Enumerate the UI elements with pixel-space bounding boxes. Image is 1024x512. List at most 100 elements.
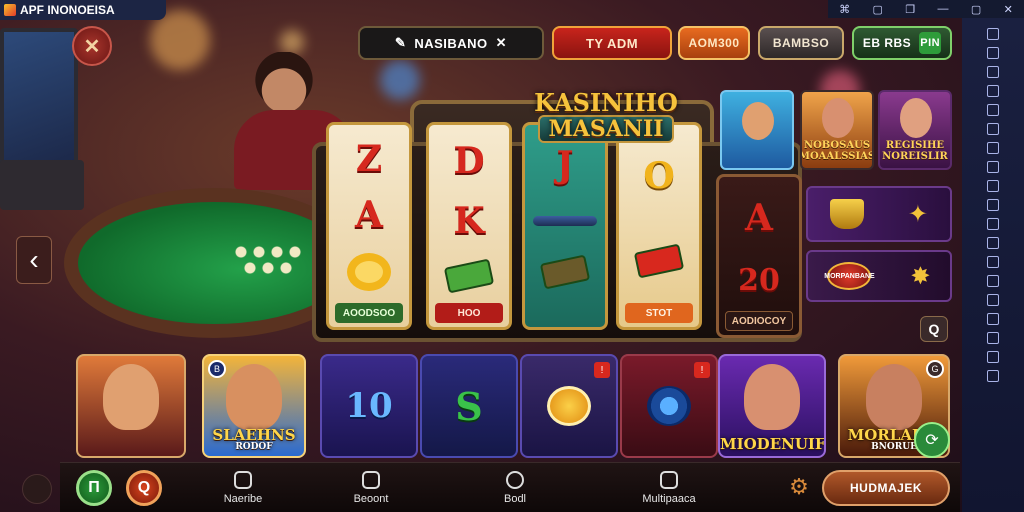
minimize-icon[interactable]: — <box>937 3 948 15</box>
rail-settings-icon[interactable] <box>987 313 999 325</box>
game-tag-icon: G <box>926 360 944 378</box>
ring-symbol-icon <box>347 253 391 291</box>
window-icon[interactable]: ▢ <box>873 3 883 16</box>
nav-item-3[interactable]: Bodl <box>470 466 560 510</box>
puzzle-icon[interactable]: ⌘ <box>839 3 850 16</box>
rail-home-icon[interactable] <box>987 351 999 363</box>
nav-item-4[interactable]: Multipaaca <box>624 466 714 510</box>
rail-shake-icon[interactable] <box>987 142 999 154</box>
app-title-tag: APF INONOEISA <box>0 0 166 20</box>
slot-game-title: KASINIHO MASANII <box>522 82 690 152</box>
reel-symbol: A <box>745 197 773 239</box>
game-card-caption: 10 <box>345 386 393 426</box>
rail-multi-icon[interactable] <box>987 218 999 230</box>
nav-item-1[interactable]: Naeribe <box>198 466 288 510</box>
hot-tag-icon: ! <box>694 362 710 378</box>
rail-more-icon[interactable] <box>987 294 999 306</box>
game-card-1[interactable] <box>76 354 186 458</box>
main-cta-button[interactable]: HUDMAJEK <box>822 470 950 506</box>
rail-folder-icon[interactable] <box>987 123 999 135</box>
rail-sync-icon[interactable] <box>987 256 999 268</box>
rail-keyboard-icon[interactable] <box>987 28 999 40</box>
search-icon: ✎ <box>394 35 407 50</box>
app-title: APF INONOEISA <box>20 3 115 17</box>
game-card-3[interactable]: 10 <box>320 354 418 458</box>
nav-item-2[interactable]: Beoont <box>326 466 416 510</box>
rail-rotate-icon[interactable] <box>987 161 999 173</box>
rail-screenshot-icon[interactable] <box>987 66 999 78</box>
card-symbol-icon <box>633 243 685 279</box>
floating-action-button[interactable]: ⟳ <box>914 422 950 458</box>
game-card-5[interactable]: ! <box>520 354 618 458</box>
game-thumb-caption: REGISIHE NOREISLIR <box>882 140 948 162</box>
close-icon[interactable]: ✕ <box>1004 3 1013 16</box>
game-card-6[interactable]: ! <box>620 354 718 458</box>
carousel-prev-button[interactable]: ‹ <box>16 236 52 284</box>
nav-item-label: Multipaaca <box>642 493 696 505</box>
deposit-button[interactable]: TY ADM <box>552 26 672 60</box>
reel-symbol: 20 <box>738 263 780 298</box>
slot-reel-4: O STOT <box>616 122 702 330</box>
coin-icon <box>547 386 591 426</box>
clock-icon <box>506 471 524 489</box>
table-chips <box>232 240 322 280</box>
balance-pill[interactable]: AOM300 <box>678 26 750 60</box>
puzzle-icon <box>234 471 252 489</box>
compass-icon: ✸ <box>910 262 931 290</box>
search-round-button[interactable]: Q <box>126 470 162 506</box>
reel-label: AOODSOO <box>335 303 403 323</box>
maximize-icon[interactable]: ▢ <box>971 3 981 16</box>
bonus-pill[interactable]: BAMBSO <box>758 26 844 60</box>
slot-reel-1: Z A AOODSOO <box>326 122 412 330</box>
rail-back-icon[interactable] <box>987 332 999 344</box>
game-thumb-wheel[interactable]: MORPANBANE ✸ <box>806 250 952 302</box>
game-thumb-caption: NOBOSAUS MOAALSSIAS <box>800 140 874 162</box>
rail-eco-icon[interactable] <box>987 275 999 287</box>
card-symbol-icon <box>539 254 591 290</box>
nav-item-label: Beoont <box>353 493 389 505</box>
bar-symbol-icon <box>533 215 597 226</box>
game-thumb-goblet[interactable]: ✦ <box>806 186 952 242</box>
slot-title-line-1: KASINIHO <box>534 87 678 117</box>
rewards-label: EB RBS <box>862 36 912 50</box>
game-card-2[interactable]: B SLAEHNS RODOF <box>202 354 306 458</box>
clear-icon[interactable]: ✕ <box>496 35 507 51</box>
game-card-7[interactable]: MIODENUIF <box>718 354 826 458</box>
system-bar: ⌘ ▢ ❐ — ▢ ✕ <box>828 0 1024 18</box>
copy-icon[interactable]: ❐ <box>905 3 915 16</box>
rail-macro-icon[interactable] <box>987 237 999 249</box>
slot-reel-5: A 20 AODIOCOY <box>716 174 802 338</box>
game-thumb-explorer[interactable] <box>720 90 794 170</box>
reel-label: STOT <box>625 303 693 323</box>
reel-label: HOO <box>435 303 503 323</box>
home-round-button[interactable]: П <box>76 470 112 506</box>
slot-reel-3: J <box>522 122 608 330</box>
rail-recent-icon[interactable] <box>987 370 999 382</box>
game-thumb-woman-2[interactable]: REGISIHE NOREISLIR <box>878 90 952 170</box>
help-button[interactable]: Q <box>920 316 948 342</box>
nav-item-label: Bodl <box>503 493 527 505</box>
game-card-caption: MIODENUIF <box>720 435 826 453</box>
game-thumb-woman-1[interactable]: NOBOSAUS MOAALSSIAS <box>800 90 874 170</box>
game-tag-icon: B <box>208 360 226 378</box>
rail-gamepad-icon[interactable] <box>987 47 999 59</box>
background-slot-screen <box>0 28 78 178</box>
emulator-side-rail <box>962 18 1024 512</box>
rail-location-icon[interactable] <box>987 199 999 211</box>
menu-circle-button[interactable] <box>22 474 52 504</box>
rewards-pill[interactable]: EB RBS PIN <box>852 26 952 60</box>
search-pill[interactable]: ✎ NASIBANO ✕ <box>358 26 544 60</box>
reel-symbol: K <box>453 200 485 242</box>
app-logo-icon <box>4 4 16 16</box>
settings-gear-icon[interactable]: ⚙ <box>786 474 812 500</box>
rail-volume-icon[interactable] <box>987 180 999 192</box>
shield-icon <box>362 471 380 489</box>
game-card-caption: SLAEHNS RODOF <box>212 426 296 452</box>
reel-label: AODIOCOY <box>725 311 793 331</box>
rail-apk-icon[interactable] <box>987 104 999 116</box>
star-icon: ✦ <box>907 200 929 228</box>
rail-record-icon[interactable] <box>987 85 999 97</box>
rewards-badge: PIN <box>919 32 942 54</box>
game-card-4[interactable]: S <box>420 354 518 458</box>
close-button[interactable]: ✕ <box>72 26 112 66</box>
